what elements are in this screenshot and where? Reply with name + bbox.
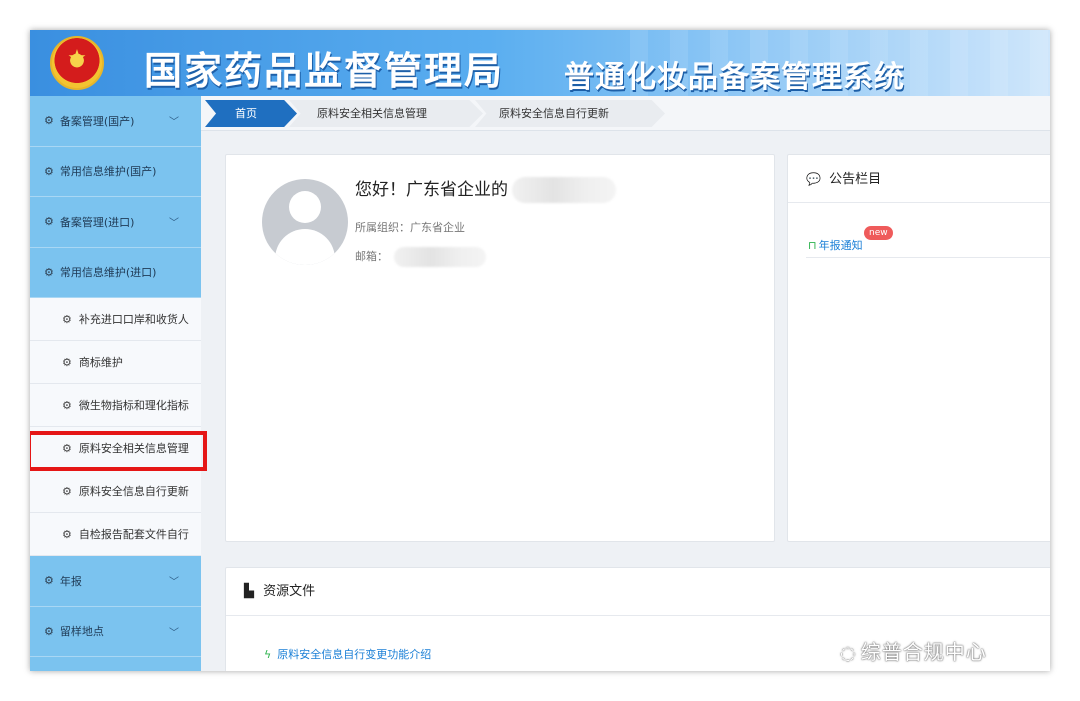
sidebar-item-info-import[interactable]: ⚙ 常用信息维护(进口) bbox=[30, 248, 201, 298]
gear-icon: ⚙ bbox=[62, 441, 72, 455]
gear-icon: ⚙ bbox=[62, 527, 72, 541]
breadcrumb-home[interactable]: 首页 bbox=[205, 100, 297, 127]
lightning-icon: ϟ bbox=[264, 648, 272, 661]
gear-icon: ⚙ bbox=[44, 265, 54, 279]
file-icon: ▙ bbox=[244, 584, 254, 599]
redacted-company-name bbox=[512, 177, 616, 203]
speech-bubble-icon: 💬 bbox=[806, 172, 821, 186]
notice-board-card: 💬 公告栏目 ⊓ 年报通知 new bbox=[787, 154, 1050, 542]
sidebar-item-filing-import[interactable]: ⚙ 备案管理(进口) ﹀ bbox=[30, 197, 201, 248]
submenu-item-microbial-index[interactable]: ⚙ 微生物指标和理化指标 bbox=[30, 384, 201, 427]
resource-files-header: ▙ 资源文件 bbox=[226, 568, 1050, 616]
gear-icon: ⚙ bbox=[62, 398, 72, 412]
chevron-down-icon: ﹀ bbox=[169, 218, 179, 229]
sidebar-item-sample-location[interactable]: ⚙ 留样地点 ﹀ bbox=[30, 607, 201, 657]
resource-files-title: 资源文件 bbox=[263, 584, 316, 599]
greeting-label: 您好！广东省企业的 bbox=[355, 180, 508, 200]
new-badge: new bbox=[864, 226, 893, 240]
sidebar-item-annual-report[interactable]: ⚙ 年报 ﹀ bbox=[30, 556, 201, 607]
wechat-icon: ◌ bbox=[840, 643, 857, 664]
sidebar-item-label: 备案管理(国产) bbox=[59, 114, 135, 128]
breadcrumb: 首页 原料安全相关信息管理 原料安全信息自行更新 bbox=[201, 96, 1050, 131]
bookmark-icon: ⊓ bbox=[808, 239, 817, 252]
email-text: 邮箱： bbox=[355, 247, 486, 267]
sidebar-item-label: 常用信息维护(国产) bbox=[59, 165, 157, 179]
email-label: 邮箱： bbox=[355, 250, 388, 263]
resource-link-label: 原料安全信息自行变更功能介绍 bbox=[277, 648, 432, 661]
submenu-item-test-report-files[interactable]: ⚙ 自检报告配套文件自行 bbox=[30, 513, 201, 556]
sidebar-item-label: 备案管理(进口) bbox=[59, 215, 135, 229]
notice-board-title: 公告栏目 bbox=[829, 172, 882, 187]
sidebar-item-info-domestic[interactable]: ⚙ 常用信息维护(国产) bbox=[30, 147, 201, 197]
sidebar-submenu: ⚙ 补充进口口岸和收货人 ⚙ 商标维护 ⚙ 微生物指标和理化指标 ⚙ 原料安全相… bbox=[30, 298, 201, 556]
national-emblem-icon bbox=[50, 36, 104, 90]
submenu-item-port-consignee[interactable]: ⚙ 补充进口口岸和收货人 bbox=[30, 298, 201, 341]
submenu-item-label: 微生物指标和理化指标 bbox=[78, 399, 189, 412]
submenu-item-safety-self-update[interactable]: ⚙ 原料安全信息自行更新 bbox=[30, 470, 201, 513]
gear-icon: ⚙ bbox=[44, 215, 54, 229]
gear-icon: ⚙ bbox=[62, 484, 72, 498]
chevron-down-icon: ﹀ bbox=[169, 577, 179, 588]
greeting-text: 您好！广东省企业的 bbox=[355, 175, 616, 203]
gear-icon: ⚙ bbox=[44, 574, 54, 588]
agency-title: 国家药品监督管理局 bbox=[144, 49, 505, 93]
header-banner: 国家药品监督管理局 普通化妆品备案管理系统 bbox=[30, 30, 1050, 96]
gear-icon: ⚙ bbox=[44, 114, 54, 128]
notice-link-annual-report[interactable]: ⊓ 年报通知 new bbox=[808, 226, 893, 253]
resource-link-intro[interactable]: ϟ 原料安全信息自行变更功能介绍 bbox=[264, 646, 431, 662]
app-window: 国家药品监督管理局 普通化妆品备案管理系统 ⚙ 备案管理(国产) ﹀ ⚙ 常用信… bbox=[30, 30, 1050, 671]
watermark: ◌ 综普合规中心 bbox=[840, 636, 987, 665]
notice-board-header: 💬 公告栏目 bbox=[788, 155, 1050, 203]
watermark-text: 综普合规中心 bbox=[860, 640, 987, 664]
breadcrumb-raw-material-safety[interactable]: 原料安全相关信息管理 bbox=[289, 100, 483, 127]
organization-text: 所属组织：广东省企业 bbox=[355, 221, 465, 234]
submenu-item-label: 商标维护 bbox=[78, 356, 123, 369]
submenu-item-raw-material-safety[interactable]: ⚙ 原料安全相关信息管理 bbox=[30, 427, 201, 470]
submenu-item-label: 自检报告配套文件自行 bbox=[78, 528, 189, 541]
breadcrumb-safety-self-update[interactable]: 原料安全信息自行更新 bbox=[475, 100, 665, 127]
gear-icon: ⚙ bbox=[62, 355, 72, 369]
submenu-item-label: 补充进口口岸和收货人 bbox=[78, 313, 189, 326]
divider bbox=[806, 257, 1050, 258]
submenu-item-trademark[interactable]: ⚙ 商标维护 bbox=[30, 341, 201, 384]
gear-icon: ⚙ bbox=[62, 312, 72, 326]
system-title: 普通化妆品备案管理系统 bbox=[564, 60, 905, 95]
user-profile-card: 您好！广东省企业的 所属组织：广东省企业 邮箱： bbox=[225, 154, 775, 542]
gear-icon: ⚙ bbox=[44, 164, 54, 178]
notice-link-label: 年报通知 bbox=[818, 239, 863, 252]
sidebar-item-label: 留样地点 bbox=[59, 625, 104, 639]
sidebar-item-label: 年报 bbox=[59, 574, 82, 588]
submenu-item-label: 原料安全相关信息管理 bbox=[78, 442, 189, 455]
sidebar-item-filing-domestic[interactable]: ⚙ 备案管理(国产) ﹀ bbox=[30, 96, 201, 147]
sidebar-item-label: 常用信息维护(进口) bbox=[59, 266, 157, 280]
avatar bbox=[262, 179, 348, 265]
gear-icon: ⚙ bbox=[44, 624, 54, 638]
chevron-down-icon: ﹀ bbox=[169, 117, 179, 128]
sidebar: ⚙ 备案管理(国产) ﹀ ⚙ 常用信息维护(国产) ⚙ 备案管理(进口) ﹀ ⚙… bbox=[30, 96, 201, 671]
submenu-item-label: 原料安全信息自行更新 bbox=[78, 485, 189, 498]
chevron-down-icon: ﹀ bbox=[169, 627, 179, 639]
redacted-email bbox=[394, 247, 486, 267]
